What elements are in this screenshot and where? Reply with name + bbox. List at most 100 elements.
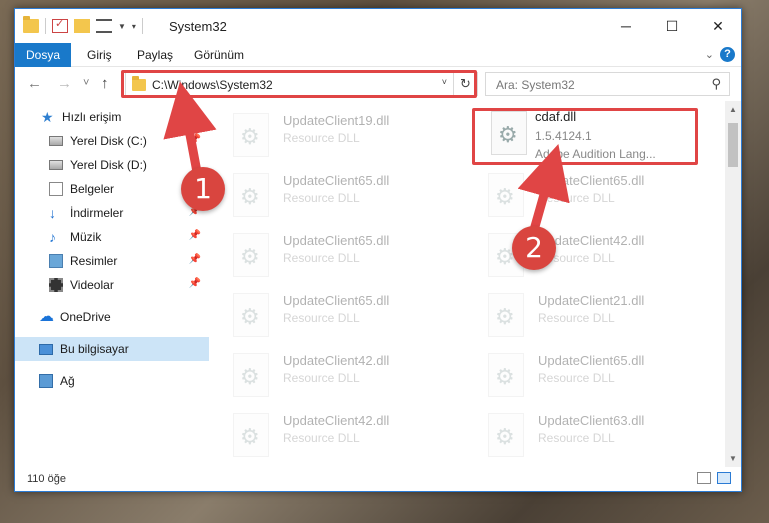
file-name: UpdateClient65.dll <box>283 293 390 308</box>
dll-file-icon <box>233 293 269 337</box>
search-icon[interactable]: ⚲ <box>711 76 721 92</box>
dll-file-icon <box>488 293 524 337</box>
file-name: UpdateClient65.dll <box>283 233 390 248</box>
vertical-scrollbar[interactable]: ▲ ▼ <box>725 101 741 467</box>
dll-file-icon <box>233 113 269 157</box>
sidebar-item-network[interactable]: Ağ <box>15 369 209 393</box>
list-item[interactable]: UpdateClient65.dll Resource DLL <box>213 287 443 341</box>
sidebar-item-label: Resimler <box>70 254 118 268</box>
dll-file-icon <box>233 173 269 217</box>
file-type: Resource DLL <box>283 371 360 385</box>
computer-icon <box>39 343 53 355</box>
sidebar-item-pictures[interactable]: Resimler 📌 <box>15 249 209 273</box>
ribbon-tabs: Dosya Giriş Paylaş Görünüm ⌄ ? <box>15 43 741 97</box>
sidebar-item-quick-access[interactable]: ★ Hızlı erişim <box>15 105 209 129</box>
sidebar-item-label: Müzik <box>70 230 102 244</box>
sidebar-item-local-disk-c[interactable]: Yerel Disk (C:) 📌 <box>15 129 209 153</box>
dll-file-icon <box>233 413 269 457</box>
expand-ribbon-icon[interactable]: ⌄ <box>705 48 714 61</box>
dll-file-icon <box>233 233 269 277</box>
details-view-icon[interactable] <box>697 472 711 484</box>
file-type: Resource DLL <box>283 191 360 205</box>
back-button[interactable]: ← <box>27 75 42 92</box>
window-title: System32 <box>169 19 227 34</box>
sidebar-item-this-pc[interactable]: Bu bilgisayar <box>15 337 209 361</box>
minimize-button[interactable]: ─ <box>603 9 649 43</box>
sidebar-item-documents[interactable]: Belgeler <box>15 177 209 201</box>
search-input[interactable]: Ara: System32 <box>496 78 575 92</box>
music-icon: ♪ <box>49 229 56 245</box>
pictures-icon <box>49 254 63 268</box>
list-item[interactable]: UpdateClient42.dll Resource DLL <box>468 227 698 281</box>
file-name: UpdateClient42.dll <box>283 413 390 428</box>
file-name: UpdateClient65.dll <box>538 353 645 368</box>
file-type: Resource DLL <box>283 131 360 145</box>
drive-icon <box>49 160 63 170</box>
customize-toolbar-icon[interactable]: ▾ <box>132 22 136 31</box>
pin-icon[interactable]: 📌 <box>189 254 201 265</box>
search-box[interactable]: Ara: System32 ⚲ <box>485 72 730 96</box>
file-name: UpdateClient19.dll <box>283 113 390 128</box>
sidebar-item-label: Belgeler <box>70 182 115 196</box>
list-item[interactable]: UpdateClient21.dll Resource DLL <box>468 287 698 341</box>
file-type: Resource DLL <box>538 431 615 445</box>
help-icon[interactable]: ? <box>720 47 735 62</box>
list-item[interactable]: UpdateClient42.dll Resource DLL <box>213 407 443 461</box>
status-bar: 110 öğe <box>15 467 741 491</box>
recent-locations-button[interactable]: ˅ <box>83 77 89 89</box>
tab-view[interactable]: Görünüm <box>182 43 256 67</box>
file-name: UpdateClient21.dll <box>538 293 645 308</box>
file-type: Resource DLL <box>538 371 615 385</box>
list-item[interactable]: UpdateClient65.dll Resource DLL <box>468 347 698 401</box>
sidebar-item-local-disk-d[interactable]: Yerel Disk (D:) <box>15 153 209 177</box>
sidebar-item-label: Hızlı erişim <box>62 110 122 124</box>
sidebar-item-onedrive[interactable]: ☁ OneDrive <box>15 305 209 329</box>
file-name: UpdateClient65.dll <box>283 173 390 188</box>
view-icon[interactable] <box>96 19 112 33</box>
pin-icon[interactable]: 📌 <box>189 230 201 241</box>
quick-access-toolbar: ▼ ▾ <box>23 16 143 34</box>
tab-share[interactable]: Paylaş <box>125 43 185 67</box>
sidebar-item-music[interactable]: ♪ Müzik 📌 <box>15 225 209 249</box>
up-button[interactable]: ↑ <box>101 75 109 92</box>
list-item[interactable]: UpdateClient65.dll Resource DLL <box>468 167 698 221</box>
list-item[interactable]: UpdateClient42.dll Resource DLL <box>213 347 443 401</box>
sidebar-item-videos[interactable]: Videolar 📌 <box>15 273 209 297</box>
large-icons-view-icon[interactable] <box>717 472 731 484</box>
sidebar-item-downloads[interactable]: ↓ İndirmeler 📌 <box>15 201 209 225</box>
step-badge-2: 2 <box>512 226 556 270</box>
new-folder-icon[interactable] <box>74 19 90 33</box>
maximize-button[interactable]: ☐ <box>649 9 695 43</box>
list-item[interactable]: UpdateClient65.dll Resource DLL <box>213 227 443 281</box>
properties-icon[interactable] <box>52 17 68 33</box>
scroll-up-icon[interactable]: ▲ <box>729 105 737 114</box>
address-bar-highlight <box>121 70 477 98</box>
list-item[interactable]: UpdateClient65.dll Resource DLL <box>213 167 443 221</box>
file-type: Resource DLL <box>538 311 615 325</box>
scroll-down-icon[interactable]: ▼ <box>729 454 737 463</box>
navigation-pane: ★ Hızlı erişim Yerel Disk (C:) 📌 Yerel D… <box>15 101 211 467</box>
sidebar-item-label: Ağ <box>60 374 75 388</box>
file-name: UpdateClient65.dll <box>538 173 645 188</box>
toolbar-divider <box>141 18 143 34</box>
list-item[interactable]: UpdateClient63.dll Resource DLL <box>468 407 698 461</box>
pin-icon[interactable]: 📌 <box>189 134 201 145</box>
videos-icon <box>49 278 63 292</box>
scrollbar-thumb[interactable] <box>728 123 738 167</box>
window-controls: ─ ☐ ✕ <box>603 9 741 43</box>
file-type: Resource DLL <box>538 191 615 205</box>
forward-button[interactable]: → <box>57 75 72 92</box>
tab-home[interactable]: Giriş <box>75 43 124 67</box>
file-name: UpdateClient42.dll <box>283 353 390 368</box>
close-button[interactable]: ✕ <box>695 9 741 43</box>
folder-icon <box>23 16 39 33</box>
title-bar: ▼ ▾ System32 ─ ☐ ✕ <box>15 9 741 43</box>
pin-icon[interactable]: 📌 <box>189 278 201 289</box>
dll-file-icon <box>488 413 524 457</box>
dll-file-icon <box>488 173 524 217</box>
dll-file-icon <box>233 353 269 397</box>
list-item[interactable]: UpdateClient19.dll Resource DLL <box>213 107 443 161</box>
step-badge-1: 1 <box>181 167 225 211</box>
file-name: UpdateClient63.dll <box>538 413 645 428</box>
chevron-down-icon[interactable]: ▼ <box>118 22 126 31</box>
